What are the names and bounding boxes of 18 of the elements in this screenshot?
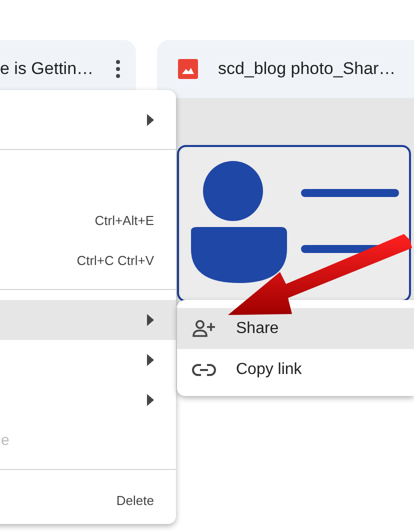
menu-item[interactable]: Copy link bbox=[177, 349, 414, 390]
submenu-arrow-icon bbox=[147, 114, 154, 126]
file-name: scd_blog photo_Shar… bbox=[218, 59, 397, 79]
more-icon[interactable] bbox=[116, 60, 120, 78]
submenu-arrow-icon bbox=[147, 314, 154, 326]
menu-item[interactable] bbox=[0, 300, 176, 340]
file-name: e is Gettin… bbox=[0, 59, 95, 79]
shortcut-text: Ctrl+C Ctrl+V bbox=[76, 252, 154, 268]
submenu-arrow-icon bbox=[147, 394, 154, 406]
menu-item[interactable]: Delete bbox=[0, 480, 176, 520]
shortcut-text: Ctrl+Alt+E bbox=[94, 212, 154, 228]
image-file-icon bbox=[178, 59, 198, 79]
submenu-arrow-icon bbox=[147, 354, 154, 366]
shortcut-text: Delete bbox=[116, 492, 154, 508]
menu-item[interactable]: Share bbox=[177, 308, 414, 349]
link-icon bbox=[192, 362, 216, 376]
add-person-icon bbox=[192, 318, 216, 338]
menu-item-label: e bbox=[1, 432, 10, 448]
